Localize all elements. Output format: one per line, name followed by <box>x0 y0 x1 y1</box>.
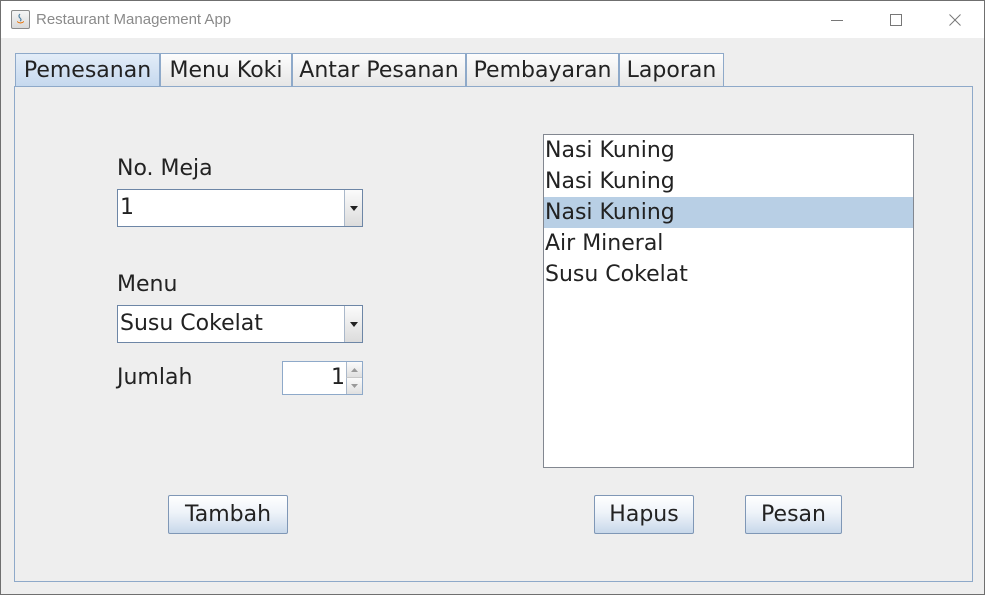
title-bar[interactable]: Restaurant Management App <box>1 1 984 38</box>
tab-antar-pesanan[interactable]: Antar Pesanan <box>292 53 466 86</box>
app-window: Restaurant Management App Pemesanan Menu… <box>0 0 985 595</box>
chevron-down-icon <box>351 384 358 388</box>
table-number-value: 1 <box>120 195 134 220</box>
list-item[interactable]: Susu Cokelat <box>544 259 913 290</box>
quantity-value: 1 <box>331 365 345 390</box>
list-item[interactable]: Nasi Kuning <box>544 166 913 197</box>
chevron-down-icon <box>349 205 358 211</box>
table-number-label: No. Meja <box>117 156 213 181</box>
dropdown-button[interactable] <box>344 306 362 342</box>
maximize-button[interactable] <box>873 1 919 38</box>
delete-button[interactable]: Hapus <box>594 495 694 534</box>
close-icon <box>949 13 961 26</box>
tab-pembayaran[interactable]: Pembayaran <box>466 53 619 86</box>
order-button[interactable]: Pesan <box>745 495 842 534</box>
list-item[interactable]: Nasi Kuning <box>544 135 913 166</box>
tab-menu-koki[interactable]: Menu Koki <box>160 53 292 86</box>
add-button[interactable]: Tambah <box>168 495 288 534</box>
menu-combobox[interactable]: Susu Cokelat <box>117 305 363 343</box>
tab-laporan[interactable]: Laporan <box>619 53 724 86</box>
dropdown-button[interactable] <box>344 190 362 226</box>
chevron-up-icon <box>351 367 358 372</box>
list-item[interactable]: Air Mineral <box>544 228 913 259</box>
minimize-button[interactable] <box>814 1 860 38</box>
menu-label: Menu <box>117 272 178 297</box>
close-button[interactable] <box>932 1 978 38</box>
maximize-icon <box>890 13 902 26</box>
table-number-combobox[interactable]: 1 <box>117 189 363 227</box>
spinner-increment-button[interactable] <box>346 362 362 378</box>
java-app-icon <box>11 10 30 29</box>
chevron-down-icon <box>349 321 358 327</box>
list-item-selected[interactable]: Nasi Kuning <box>544 197 913 228</box>
menu-value: Susu Cokelat <box>120 311 263 336</box>
order-list[interactable]: Nasi Kuning Nasi Kuning Nasi Kuning Air … <box>543 134 914 468</box>
quantity-spinner[interactable]: 1 <box>282 361 363 395</box>
minimize-icon <box>831 19 843 21</box>
spinner-decrement-button[interactable] <box>346 378 362 394</box>
window-title: Restaurant Management App <box>36 11 232 28</box>
tab-pemesanan[interactable]: Pemesanan <box>15 53 160 87</box>
quantity-label: Jumlah <box>117 365 193 390</box>
